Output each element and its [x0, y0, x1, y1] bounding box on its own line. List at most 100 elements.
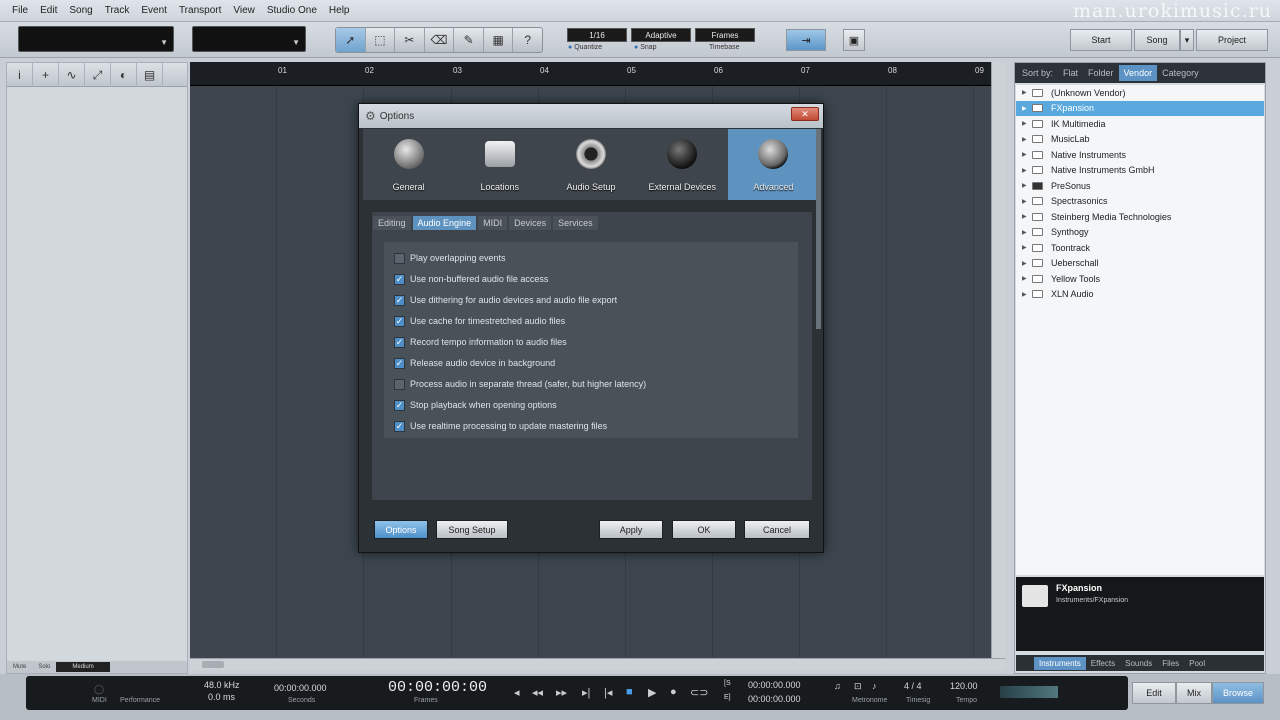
checkbox-realtime-mastering[interactable]: ✓	[394, 420, 405, 432]
category-external-devices[interactable]: External Devices	[637, 129, 728, 200]
checkbox-stop-playback[interactable]: ✓	[394, 399, 405, 411]
previous-marker-icon[interactable]: |◂	[604, 686, 612, 699]
menu-edit[interactable]: Edit	[40, 5, 57, 16]
timesig-value[interactable]: 4 / 4	[904, 681, 922, 691]
return-zero-icon[interactable]: ◂	[514, 686, 520, 699]
option-row[interactable]: ✓ Use realtime processing to update maste…	[394, 418, 607, 434]
cancel-button[interactable]: Cancel	[744, 520, 810, 539]
tab-files[interactable]: Files	[1157, 657, 1184, 670]
list-item[interactable]: ▶ FXpansion	[1016, 100, 1264, 116]
mute-tool-icon[interactable]: ▦	[484, 28, 514, 52]
stop-icon[interactable]: ■	[626, 686, 633, 698]
record-icon[interactable]: ●	[670, 686, 677, 698]
list-item[interactable]: ▶ Native Instruments GmbH	[1016, 163, 1264, 179]
loop-icon[interactable]: ⊂⊃	[690, 686, 708, 699]
loop-end-value[interactable]: 00:00:00.000	[748, 694, 801, 704]
end-icon[interactable]: ▸|	[582, 686, 590, 699]
mix-view-button[interactable]: Mix	[1176, 682, 1212, 704]
tab-sounds[interactable]: Sounds	[1120, 657, 1157, 670]
arrow-tool-icon[interactable]: ➚	[336, 28, 366, 52]
menu-help[interactable]: Help	[329, 5, 350, 16]
dialog-scrollbar[interactable]	[816, 129, 821, 329]
follow-toggle-icon[interactable]: ⇥	[786, 29, 826, 51]
checkbox-non-buffered[interactable]: ✓	[394, 273, 405, 285]
category-locations[interactable]: Locations	[454, 129, 545, 200]
add-track-icon[interactable]: +	[33, 63, 59, 87]
info-icon[interactable]: i	[7, 63, 33, 87]
checkbox-timestretch-cache[interactable]: ✓	[394, 315, 405, 327]
split-tool-icon[interactable]: ✂	[395, 28, 425, 52]
subtab-midi[interactable]: MIDI	[478, 216, 508, 230]
help-icon[interactable]: ?	[513, 28, 542, 52]
click-settings-icon[interactable]: ♪	[872, 681, 877, 691]
solo-label[interactable]: Solo	[32, 664, 56, 670]
forward-icon[interactable]: ▸▸	[556, 686, 567, 699]
list-icon[interactable]: ▤	[137, 63, 163, 87]
save-icon[interactable]: ▣	[843, 29, 865, 51]
checkbox-separate-thread[interactable]	[394, 378, 405, 390]
option-row[interactable]: ✓ Stop playback when opening options	[394, 397, 557, 413]
dialog-titlebar[interactable]: ⚙ Options	[359, 104, 823, 128]
track-size-select[interactable]: Medium	[56, 662, 110, 672]
tab-instruments[interactable]: Instruments	[1034, 656, 1086, 670]
subtab-audio-engine[interactable]: Audio Engine	[412, 216, 477, 230]
range-tool-icon[interactable]: ⬚	[366, 28, 396, 52]
option-row[interactable]: ✓ Use non-buffered audio file access	[394, 271, 548, 287]
list-item[interactable]: ▶ Steinberg Media Technologies	[1016, 209, 1264, 225]
apply-button[interactable]: Apply	[599, 520, 663, 539]
category-advanced[interactable]: Advanced	[727, 129, 820, 200]
menu-song[interactable]: Song	[69, 5, 92, 16]
arrange-vertical-scrollbar[interactable]	[991, 62, 1005, 658]
option-row[interactable]: Play overlapping events	[394, 250, 506, 266]
song-setup-button[interactable]: Song Setup	[436, 520, 508, 539]
list-item[interactable]: ▶ IK Multimedia	[1016, 116, 1264, 132]
sort-tab-category[interactable]: Category	[1157, 65, 1204, 81]
metronome-icon[interactable]: ♫	[834, 681, 841, 691]
timeline-ruler[interactable]: 01 02 03 04 05 06 07 08 09	[190, 62, 991, 86]
precount-icon[interactable]: ⊡	[854, 681, 862, 692]
list-item[interactable]: ▶ Ueberschall	[1016, 256, 1264, 272]
ok-button[interactable]: OK	[672, 520, 736, 539]
sort-tab-vendor[interactable]: Vendor	[1118, 65, 1158, 81]
list-item[interactable]: ▶ (Unknown Vendor)	[1016, 85, 1264, 101]
menu-view[interactable]: View	[233, 5, 255, 16]
chevron-down-icon[interactable]: ▾	[1180, 29, 1194, 51]
checkbox-record-tempo[interactable]: ✓	[394, 336, 405, 348]
seconds-value[interactable]: 00:00:00.000	[274, 683, 327, 693]
song-page-button[interactable]: Song	[1134, 29, 1180, 51]
list-item[interactable]: ▶ XLN Audio	[1016, 287, 1264, 303]
tempo-value[interactable]: 120.00	[950, 681, 978, 691]
menu-transport[interactable]: Transport	[179, 5, 221, 16]
menu-track[interactable]: Track	[105, 5, 130, 16]
loop-start-icon[interactable]: [S	[724, 680, 731, 687]
timebase-value[interactable]: Frames	[695, 28, 755, 42]
snap-value[interactable]: Adaptive	[631, 28, 691, 42]
list-item[interactable]: ▶ MusicLab	[1016, 132, 1264, 148]
menu-studio-one[interactable]: Studio One	[267, 5, 317, 16]
edit-view-button[interactable]: Edit	[1132, 682, 1176, 704]
scroll-thumb[interactable]	[202, 661, 224, 668]
list-item[interactable]: ▶ PreSonus	[1016, 178, 1264, 194]
subtab-editing[interactable]: Editing	[373, 216, 411, 230]
loop-start-value[interactable]: 00:00:00.000	[748, 680, 801, 690]
option-row[interactable]: Process audio in separate thread (safer,…	[394, 376, 646, 392]
checkbox-dithering[interactable]: ✓	[394, 294, 405, 306]
tab-effects[interactable]: Effects	[1086, 657, 1120, 670]
list-item[interactable]: ▶ Native Instruments	[1016, 147, 1264, 163]
options-button[interactable]: Options	[374, 520, 428, 539]
frames-value[interactable]: 00:00:00:00	[388, 679, 487, 696]
event-selector-dropdown[interactable]: ▼	[192, 26, 306, 52]
play-icon[interactable]: ▶	[648, 686, 656, 699]
rewind-icon[interactable]: ◂◂	[532, 686, 543, 699]
menu-file[interactable]: File	[12, 5, 28, 16]
clock-icon[interactable]: ◐	[111, 63, 137, 87]
close-icon[interactable]: ✕	[791, 107, 819, 121]
browse-view-button[interactable]: Browse	[1212, 682, 1264, 704]
loop-end-icon[interactable]: E]	[724, 694, 731, 701]
list-item[interactable]: ▶ Yellow Tools	[1016, 271, 1264, 287]
tab-pool[interactable]: Pool	[1184, 657, 1210, 670]
option-row[interactable]: ✓ Use dithering for audio devices and aud…	[394, 292, 617, 308]
list-item[interactable]: ▶ Toontrack	[1016, 240, 1264, 256]
paint-tool-icon[interactable]: ✎	[454, 28, 484, 52]
mute-label[interactable]: Mute	[7, 664, 32, 670]
